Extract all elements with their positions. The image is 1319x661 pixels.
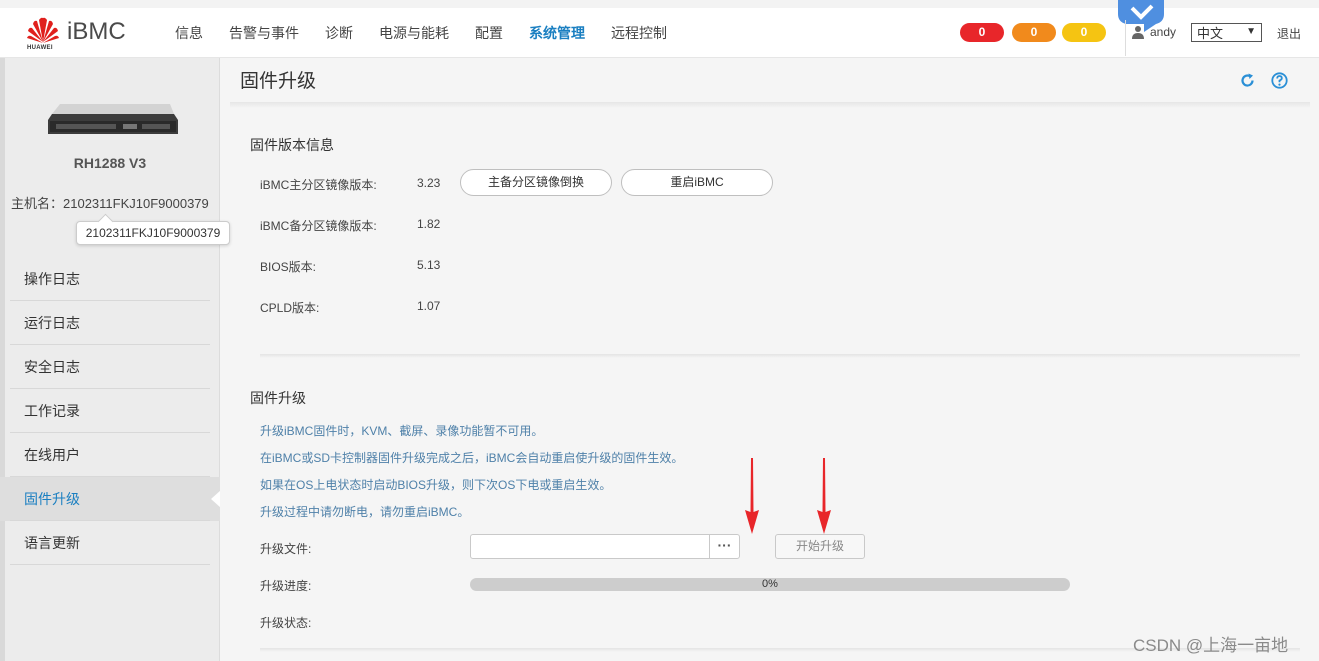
refresh-icon[interactable] [1239, 72, 1256, 89]
sidebar-item-label: 工作记录 [24, 403, 80, 419]
upgrade-note: 升级过程中请勿断电，请勿重启iBMC。 [260, 505, 470, 519]
title-divider [230, 102, 1310, 108]
brand-title: iBMC [67, 18, 126, 45]
help-icon[interactable] [1271, 72, 1288, 89]
nav-diagnostics[interactable]: 诊断 [312, 8, 366, 58]
nav-info[interactable]: 信息 [162, 8, 216, 58]
main-nav: 信息 告警与事件 诊断 电源与能耗 配置 系统管理 远程控制 [162, 8, 680, 58]
user-icon [1132, 26, 1144, 39]
minor-alarm-badge[interactable]: 0 [1062, 23, 1106, 42]
main-content: 固件升级 固件版本信息 iBMC主分区镜像版本: 3.23 主备分区镜像倒换 重… [220, 58, 1319, 661]
sidebar-item-label: 语言更新 [24, 535, 80, 551]
top-header: HUAWEI iBMC 信息 告警与事件 诊断 电源与能耗 配置 系统管理 远程… [0, 0, 1319, 58]
bios-version-value: 5.13 [417, 258, 441, 272]
upgrade-file-label: 升级文件: [260, 542, 312, 556]
major-alarm-badge[interactable]: 0 [1012, 23, 1056, 42]
nav-remote-control[interactable]: 远程控制 [598, 8, 680, 58]
backup-image-version-label: iBMC备分区镜像版本: [260, 219, 377, 233]
hostname: 主机名：2102311FKJ10F9000379 [11, 196, 209, 211]
primary-image-version-value: 3.23 [417, 176, 441, 190]
sidebar-item-label: 在线用户 [24, 447, 80, 463]
nav-system-management[interactable]: 系统管理 [516, 8, 598, 58]
upgrade-progress-label: 升级进度: [260, 579, 312, 593]
section-divider [260, 354, 1300, 358]
header-separator [1125, 20, 1126, 56]
upgrade-status-label: 升级状态: [260, 616, 312, 630]
nav-power-energy[interactable]: 电源与能耗 [366, 8, 462, 58]
server-model: RH1288 V3 [73, 155, 147, 171]
upgrade-file-input[interactable]: ··· [470, 534, 740, 559]
sidebar-menu: 操作日志 运行日志 安全日志 工作记录 在线用户 固件升级 语言更新 [0, 257, 221, 565]
cpld-version-value: 1.07 [417, 299, 441, 313]
sidebar-item-label: 操作日志 [24, 271, 80, 287]
language-value: 中文 [1197, 26, 1224, 41]
watermark: CSDN @上海一亩地 [1133, 636, 1289, 655]
version-section-title: 固件版本信息 [250, 137, 334, 153]
progress-text: 0% [762, 578, 778, 590]
bios-version-label: BIOS版本: [260, 260, 317, 274]
annotation-arrow [745, 458, 759, 534]
backup-image-version-value: 1.82 [417, 217, 441, 231]
huawei-wordmark: HUAWEI [27, 45, 53, 51]
hostname-tooltip: 2102311FKJ10F9000379 [76, 221, 230, 245]
swap-image-button[interactable]: 主备分区镜像倒换 [460, 169, 612, 196]
sidebar: RH1288 V3 主机名：2102311FKJ10F9000379 21023… [0, 58, 230, 661]
upgrade-note: 在iBMC或SD卡控制器固件升级完成之后，iBMC会自动重启使升级的固件生效。 [260, 451, 684, 465]
sidebar-item-online-users[interactable]: 在线用户 [0, 433, 220, 477]
sidebar-item-label: 运行日志 [24, 315, 80, 331]
start-upgrade-button[interactable]: 开始升级 [775, 534, 865, 559]
sidebar-item-language-update[interactable]: 语言更新 [0, 521, 220, 565]
annotation-arrow [817, 458, 831, 534]
cpld-version-label: CPLD版本: [260, 301, 320, 315]
critical-alarm-badge[interactable]: 0 [960, 23, 1004, 42]
sidebar-item-label: 安全日志 [24, 359, 80, 375]
sidebar-item-security-log[interactable]: 安全日志 [0, 345, 220, 389]
upgrade-note: 如果在OS上电状态时启动BIOS升级，则下次OS下电或重启生效。 [260, 478, 612, 492]
sidebar-item-run-log[interactable]: 运行日志 [0, 301, 220, 345]
nav-config[interactable]: 配置 [462, 8, 516, 58]
sidebar-item-firmware-upgrade[interactable]: 固件升级 [0, 477, 221, 521]
upgrade-section-title: 固件升级 [250, 390, 306, 406]
page-title: 固件升级 [240, 71, 317, 92]
logout-link[interactable]: 退出 [1277, 25, 1301, 42]
primary-image-version-label: iBMC主分区镜像版本: [260, 178, 377, 192]
upgrade-note: 升级iBMC固件时，KVM、截屏、录像功能暂不可用。 [260, 424, 544, 438]
sidebar-item-work-record[interactable]: 工作记录 [0, 389, 220, 433]
server-image [48, 104, 178, 134]
current-user[interactable]: andy [1150, 25, 1176, 39]
upgrade-progress-bar: 0% [470, 578, 1070, 591]
browse-file-button[interactable]: ··· [709, 535, 739, 558]
language-select[interactable]: 中文 ▼ [1191, 23, 1262, 42]
sidebar-item-label: 固件升级 [24, 491, 80, 507]
chevron-down-icon: ▼ [1246, 26, 1256, 37]
restart-ibmc-button[interactable]: 重启iBMC [621, 169, 773, 196]
nav-alarms-events[interactable]: 告警与事件 [216, 8, 312, 58]
sidebar-item-operation-log[interactable]: 操作日志 [0, 257, 220, 301]
